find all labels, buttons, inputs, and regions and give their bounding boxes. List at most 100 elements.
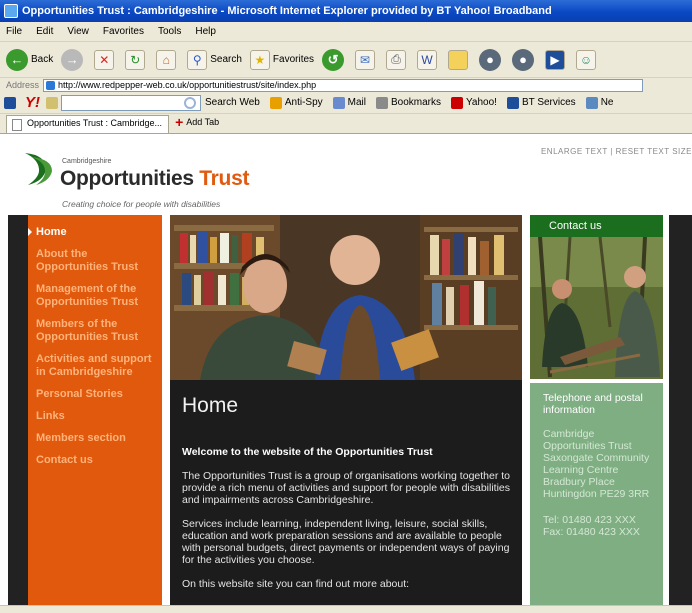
text-size-controls[interactable]: ENLARGE TEXT | RESET TEXT SIZE bbox=[541, 147, 692, 156]
star-icon: ★ bbox=[249, 49, 270, 70]
refresh-icon: ↻ bbox=[125, 49, 146, 70]
nav-home[interactable]: Home bbox=[28, 225, 162, 239]
favorites-button[interactable]: ★ Favorites bbox=[249, 49, 314, 70]
bookmarks-icon bbox=[375, 96, 388, 109]
yahoo-link[interactable]: Yahoo! bbox=[451, 96, 497, 109]
print-button[interactable]: ⎙ bbox=[386, 49, 409, 70]
menu-view[interactable]: View bbox=[67, 26, 89, 37]
nav-personal-stories[interactable]: Personal Stories bbox=[28, 387, 162, 401]
nav-members-section[interactable]: Members section bbox=[28, 431, 162, 445]
news-link[interactable]: Ne bbox=[585, 96, 613, 109]
woodland-photo-image bbox=[530, 237, 663, 379]
envelope-icon bbox=[332, 96, 345, 109]
nav-links[interactable]: Links bbox=[28, 409, 162, 423]
contact-info-panel: Telephone and postal information Cambrid… bbox=[530, 383, 663, 605]
bt-services-link[interactable]: BT Services bbox=[506, 96, 576, 109]
main-navigation: Home About the Opportunities Trust Manag… bbox=[28, 215, 162, 605]
anti-spy-button[interactable]: Anti-Spy bbox=[269, 96, 323, 109]
folder-button[interactable] bbox=[448, 49, 471, 70]
research-button[interactable]: ● bbox=[512, 48, 537, 71]
nav-about[interactable]: About the Opportunities Trust bbox=[28, 247, 162, 274]
news-icon bbox=[585, 96, 598, 109]
yahoo-search-input[interactable] bbox=[61, 94, 201, 111]
nav-activities[interactable]: Activities and support in Cambridgeshire bbox=[28, 352, 162, 379]
site-logo[interactable]: Cambridgeshire Opportunities Trust Creat… bbox=[22, 145, 262, 209]
nav-contact[interactable]: Contact us bbox=[28, 453, 162, 467]
hero-photo bbox=[170, 215, 522, 380]
tab-opportunities-trust[interactable]: Opportunities Trust : Cambridge... bbox=[6, 115, 170, 133]
mail-icon: ✉ bbox=[355, 49, 376, 70]
more-info-paragraph: On this website site you can find out mo… bbox=[182, 578, 410, 590]
page-icon bbox=[12, 119, 22, 131]
stop-icon: ✕ bbox=[94, 49, 115, 70]
menu-bar: File Edit View Favorites Tools Help bbox=[0, 22, 692, 42]
forward-arrow-icon: → bbox=[61, 48, 84, 71]
bt-icon[interactable] bbox=[4, 96, 16, 109]
edit-button[interactable]: W bbox=[417, 49, 440, 70]
menu-edit[interactable]: Edit bbox=[36, 26, 53, 37]
tab-bar: Opportunities Trust : Cambridge... + Add… bbox=[0, 114, 692, 134]
media-button[interactable]: ▶ bbox=[545, 49, 568, 70]
refresh-button[interactable]: ↻ bbox=[125, 49, 148, 70]
yahoo-toolbar: Y! Search Web Anti-Spy Mail Bookmarks Ya… bbox=[0, 92, 692, 114]
window-titlebar: Opportunities Trust : Cambridgeshire - M… bbox=[0, 0, 692, 22]
home-icon: ⌂ bbox=[156, 49, 177, 70]
history-button[interactable]: ↺ bbox=[322, 48, 347, 71]
menu-file[interactable]: File bbox=[6, 26, 22, 37]
right-border bbox=[669, 215, 692, 605]
messenger-button[interactable]: ● bbox=[479, 48, 504, 71]
bt-services-icon bbox=[506, 96, 519, 109]
printer-icon: ⎙ bbox=[386, 49, 407, 70]
fax-number: Fax: 01480 423 XXX bbox=[543, 526, 640, 538]
contact-us-heading[interactable]: Contact us bbox=[530, 215, 663, 237]
logo-tagline: Creating choice for people with disabili… bbox=[62, 199, 221, 209]
nav-members[interactable]: Members of the Opportunities Trust bbox=[28, 317, 162, 344]
word-icon: W bbox=[417, 49, 438, 70]
telephone-number: Tel: 01480 423 XXX bbox=[543, 514, 636, 526]
plus-icon: + bbox=[175, 114, 184, 130]
yahoo-icon bbox=[451, 96, 463, 109]
page-title: Home bbox=[182, 394, 239, 417]
forward-button[interactable]: → bbox=[61, 48, 86, 71]
page-icon bbox=[46, 80, 56, 90]
search-icon: ⚲ bbox=[187, 49, 208, 70]
history-icon: ↺ bbox=[322, 48, 345, 71]
research-icon: ● bbox=[512, 48, 535, 71]
pencil-icon[interactable] bbox=[46, 96, 58, 109]
messenger-icon: ● bbox=[479, 48, 502, 71]
address-label: Address bbox=[6, 80, 40, 90]
menu-favorites[interactable]: Favorites bbox=[103, 26, 144, 37]
search-glass-icon bbox=[184, 96, 196, 109]
bookshop-photo-image bbox=[170, 215, 522, 380]
contact-sidebar: Contact us Telephone and postal informat… bbox=[530, 215, 663, 605]
users-icon: ☺ bbox=[576, 49, 597, 70]
home-button[interactable]: ⌂ bbox=[156, 49, 179, 70]
mail-button[interactable]: ✉ bbox=[355, 49, 378, 70]
status-bar bbox=[0, 605, 692, 613]
bookmarks-link[interactable]: Bookmarks bbox=[375, 96, 441, 109]
search-button[interactable]: ⚲ Search bbox=[187, 49, 242, 70]
menu-help[interactable]: Help bbox=[195, 26, 216, 37]
mail-link[interactable]: Mail bbox=[332, 96, 366, 109]
add-tab-button[interactable]: + Add Tab bbox=[175, 114, 219, 133]
address-input[interactable]: http://www.redpepper-web.co.uk/opportuni… bbox=[43, 78, 644, 92]
logo-name: Opportunities Trust bbox=[60, 167, 250, 190]
intro-paragraph: The Opportunities Trust is a group of or… bbox=[182, 470, 511, 506]
search-web-button[interactable]: Search Web bbox=[205, 97, 260, 108]
address-url: http://www.redpepper-web.co.uk/opportuni… bbox=[58, 79, 317, 90]
yahoo-logo-icon[interactable]: Y! bbox=[25, 94, 40, 111]
stop-button[interactable]: ✕ bbox=[94, 49, 117, 70]
menu-tools[interactable]: Tools bbox=[158, 26, 181, 37]
window-title: Opportunities Trust : Cambridgeshire - M… bbox=[22, 5, 552, 17]
media-icon: ▶ bbox=[545, 49, 566, 70]
back-button[interactable]: ← Back bbox=[6, 48, 53, 71]
users-button[interactable]: ☺ bbox=[576, 49, 599, 70]
logo-county: Cambridgeshire bbox=[62, 158, 112, 165]
main-content: Home Welcome to the website of the Oppor… bbox=[170, 380, 522, 605]
back-arrow-icon: ← bbox=[6, 48, 28, 71]
contact-info-heading: Telephone and postal information bbox=[543, 392, 643, 416]
nav-management[interactable]: Management of the Opportunities Trust bbox=[28, 282, 162, 309]
folder-icon bbox=[448, 49, 469, 70]
logo-swoosh-icon bbox=[25, 153, 52, 185]
postal-address: Cambridge Opportunities Trust Saxongate … bbox=[543, 428, 650, 500]
